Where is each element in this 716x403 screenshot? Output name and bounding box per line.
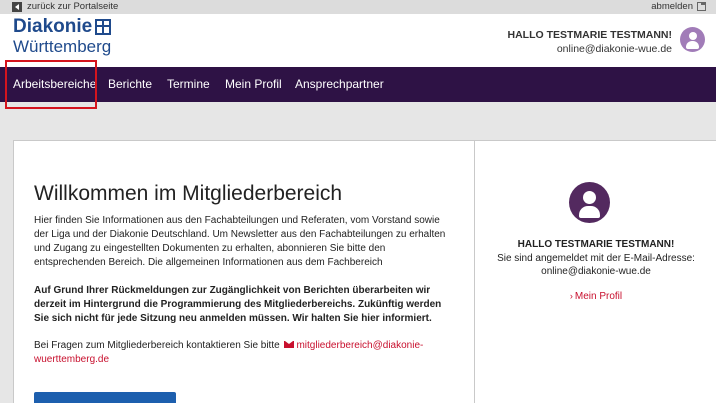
nav-item-ansprechpartner[interactable]: Ansprechpartner	[295, 67, 384, 102]
site-header: Diakonie Württemberg HALLO TESTMARIE TES…	[0, 14, 716, 67]
active-nav-highlight	[5, 60, 97, 109]
sidebar-user-info: HALLO TESTMARIE TESTMANN! Sie sind angem…	[475, 238, 716, 279]
my-profile-label: Mein Profil	[574, 291, 623, 302]
intro-paragraph: Hier finden Sie Informationen aus den Fa…	[34, 215, 446, 268]
nav-item-mein-profil[interactable]: Mein Profil	[225, 67, 282, 102]
chevron-right-icon: ›	[569, 291, 573, 301]
top-utility-bar: zurück zur Portalseite abmelden	[0, 0, 716, 14]
sidebar-user-name: HALLO TESTMARIE TESTMANN!	[517, 239, 675, 250]
sidebar-login-note: Sie sind angemeldet mit der E-Mail-Adres…	[497, 252, 695, 264]
user-avatar-icon	[569, 182, 610, 223]
logo-line2: Württemberg	[13, 37, 112, 56]
avatar-icon[interactable]	[680, 27, 705, 52]
notice-paragraph: Auf Grund Ihrer Rückmeldungen zur Zugäng…	[34, 285, 442, 324]
header-user-info: HALLO TESTMARIE TESTMANN! online@diakoni…	[508, 28, 673, 56]
header-user-email: online@diakonie-wue.de	[556, 43, 672, 55]
header-user-name: HALLO TESTMARIE TESTMANN!	[507, 29, 673, 41]
logo-line1: Diakonie	[13, 16, 93, 37]
contact-text: Bei Fragen zum Mitgliederbereich kontakt…	[34, 340, 280, 351]
welcome-panel: Willkommen im Mitgliederbereich Hier fin…	[13, 140, 475, 403]
back-to-portal-link[interactable]: zurück zur Portalseite	[12, 1, 118, 12]
cross-icon	[95, 19, 112, 35]
user-sidebar: HALLO TESTMARIE TESTMANN! Sie sind angem…	[474, 140, 716, 403]
my-profile-link[interactable]: › Mein Profil	[475, 291, 716, 302]
back-to-portal-label: zurück zur Portalseite	[27, 1, 119, 12]
diakonie-logo[interactable]: Diakonie Württemberg	[13, 17, 111, 57]
contact-paragraph: Bei Fragen zum Mitgliederbereich kontakt…	[34, 339, 454, 367]
nav-item-termine[interactable]: Termine	[167, 67, 210, 102]
primary-button[interactable]	[34, 392, 176, 403]
page-title: Willkommen im Mitgliederbereich	[34, 182, 343, 205]
nav-item-berichte[interactable]: Berichte	[108, 67, 152, 102]
main-navigation: Arbeitsbereiche Berichte Termine Mein Pr…	[0, 67, 716, 102]
arrow-left-icon	[12, 1, 22, 12]
envelope-icon	[284, 341, 295, 348]
logout-icon	[697, 2, 706, 11]
logout-label: abmelden	[651, 1, 693, 12]
sidebar-user-email: online@diakonie-wue.de	[541, 266, 651, 277]
logout-link[interactable]: abmelden	[651, 1, 706, 12]
